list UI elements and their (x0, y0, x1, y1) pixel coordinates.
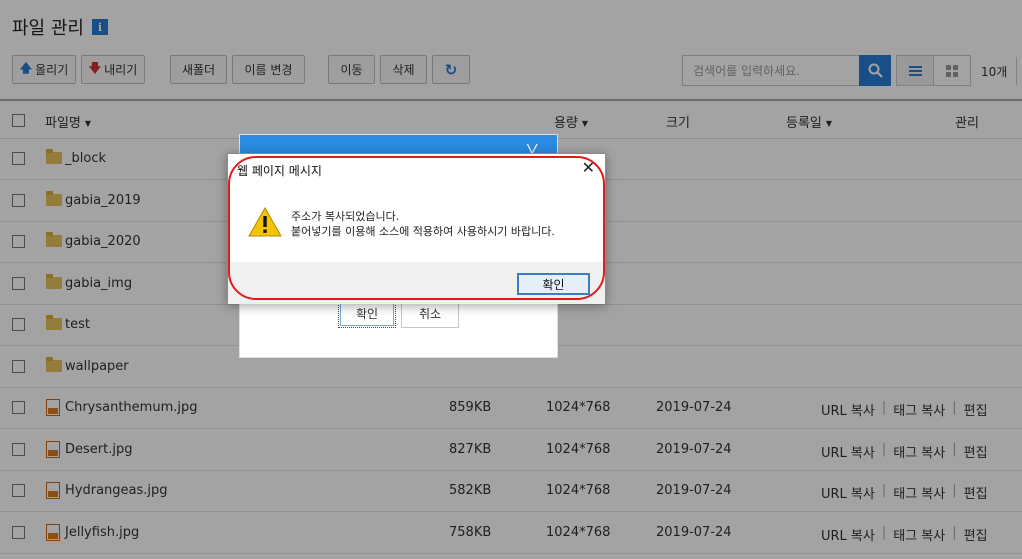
highlight-annotation (228, 156, 605, 300)
